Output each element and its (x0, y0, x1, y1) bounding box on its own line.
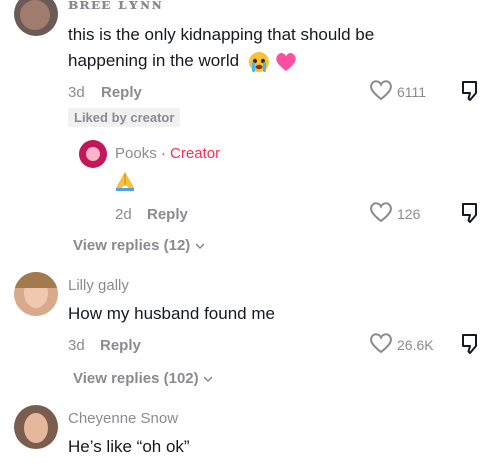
creator-label: Creator (170, 145, 221, 162)
heart-icon (275, 52, 297, 72)
like-count: 6111 (397, 84, 427, 100)
chevron-down-icon (203, 375, 213, 383)
view-replies-button[interactable]: View replies (12) (73, 237, 205, 255)
comment-age: 3d (68, 337, 85, 354)
comment-text: He’s like “oh ok” (68, 437, 190, 456)
view-replies-button[interactable]: View replies (102) (73, 370, 213, 388)
reply-username[interactable]: Pooks (115, 145, 157, 162)
heart-outline-icon[interactable] (369, 201, 393, 223)
comment-username[interactable]: Cheyenne Snow (68, 410, 178, 427)
view-replies-label: View replies (12) (73, 237, 191, 254)
thumbs-down-icon[interactable] (459, 332, 483, 356)
comment-age: 3d (68, 84, 85, 101)
comment-text: this is the only kidnapping that should … (68, 25, 375, 44)
liked-by-creator-badge: Liked by creator (68, 108, 181, 127)
reply-button[interactable]: Reply (100, 337, 141, 354)
comment-username[interactable]: ʙʀᴇᴇ ʟʏɴɴ (68, 0, 163, 13)
thumbs-down-icon[interactable] (459, 79, 483, 103)
chevron-down-icon (195, 242, 205, 250)
like-count: 26.6K (397, 337, 434, 353)
heart-outline-icon[interactable] (369, 79, 393, 101)
avatar[interactable] (14, 0, 58, 36)
view-replies-label: View replies (102) (73, 370, 199, 387)
comment-username[interactable]: Lilly gally (68, 277, 129, 294)
reply-button[interactable]: Reply (147, 206, 188, 223)
avatar[interactable] (79, 140, 107, 168)
reply-text-emoji (114, 170, 136, 197)
reply-button[interactable]: Reply (101, 84, 142, 101)
like-count: 126 (397, 206, 421, 222)
comment-text-continued: happening in the world (68, 48, 297, 74)
reply-age: 2d (115, 206, 132, 223)
avatar[interactable] (14, 405, 58, 449)
avatar[interactable] (14, 272, 58, 316)
heart-outline-icon[interactable] (369, 332, 393, 354)
folded-hands-icon (114, 170, 136, 192)
thumbs-down-icon[interactable] (459, 201, 483, 225)
face-screaming-in-tears-icon (248, 51, 270, 73)
reply-username-row: Pooks · Creator (115, 145, 220, 162)
comment-text: How my husband found me (68, 304, 275, 323)
creator-separator: · (160, 145, 166, 162)
